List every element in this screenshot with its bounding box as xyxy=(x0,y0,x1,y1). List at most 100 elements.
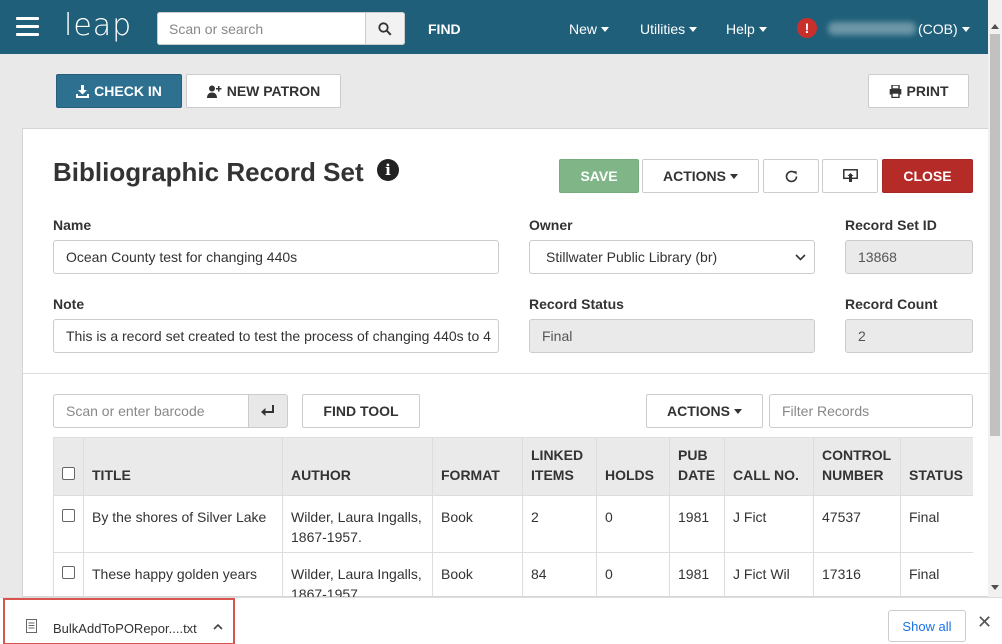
record-status-label: Record Status xyxy=(529,296,624,312)
export-button[interactable] xyxy=(822,159,878,193)
col-header-pub-date[interactable]: PUB DATE xyxy=(669,437,725,496)
close-download-bar-icon[interactable]: ✕ xyxy=(977,613,992,631)
download-icon xyxy=(76,84,90,98)
refresh-button[interactable] xyxy=(763,159,819,193)
col-header-holds[interactable]: HOLDS xyxy=(596,437,670,496)
search-icon xyxy=(378,21,392,36)
new-patron-button[interactable]: NEW PATRON xyxy=(186,74,341,108)
table-actions-dropdown[interactable]: ACTIONS xyxy=(646,394,763,428)
check-in-button[interactable]: CHECK IN xyxy=(56,74,182,108)
row-checkbox[interactable] xyxy=(62,566,75,579)
scroll-up-arrow-icon[interactable] xyxy=(991,24,999,29)
owner-label: Owner xyxy=(529,217,573,233)
note-field[interactable]: This is a record set created to test the… xyxy=(53,319,499,353)
caret-down-icon xyxy=(730,173,738,179)
redacted-username xyxy=(828,22,916,35)
alert-icon[interactable]: ! xyxy=(797,18,817,38)
global-search xyxy=(157,12,405,45)
record-count-field: 2 xyxy=(845,319,973,353)
menu-new[interactable]: New xyxy=(569,21,610,37)
record-actions-dropdown[interactable]: ACTIONS xyxy=(642,159,759,193)
cell-linked-items: 2 xyxy=(522,495,597,553)
cell-call-no: J Fict Wil xyxy=(724,552,814,598)
cell-title[interactable]: By the shores of Silver Lake xyxy=(83,495,283,553)
cell-control-number: 17316 xyxy=(813,552,901,598)
show-all-button[interactable]: Show all xyxy=(888,610,966,642)
col-header-status[interactable]: STATUS xyxy=(900,437,973,496)
table-row[interactable]: These happy golden years Wilder, Laura I… xyxy=(53,552,973,598)
col-header-control-number[interactable]: CONTROL NUMBER xyxy=(813,437,901,496)
cell-status: Final xyxy=(900,495,973,553)
save-button[interactable]: SAVE xyxy=(559,159,639,193)
note-label: Note xyxy=(53,296,85,312)
app-logo[interactable]: leap xyxy=(64,8,132,43)
select-all-cell xyxy=(53,437,84,496)
col-header-call-no[interactable]: CALL NO. xyxy=(724,437,814,496)
add-user-icon xyxy=(206,85,222,98)
page-title: Bibliographic Record Set xyxy=(53,157,364,187)
cell-format: Book xyxy=(432,552,523,598)
cell-author: Wilder, Laura Ingalls, 1867-1957. xyxy=(282,552,433,598)
find-tool-button[interactable]: FIND TOOL xyxy=(302,394,420,428)
page-scrollbar[interactable] xyxy=(988,0,1002,597)
download-bar: BulkAddToPORepor....txt Show all ✕ xyxy=(0,597,1002,644)
col-header-title[interactable]: TITLE xyxy=(83,437,283,496)
global-search-input[interactable] xyxy=(157,12,366,45)
records-table: TITLE AUTHOR FORMAT LINKED ITEMS HOLDS PU… xyxy=(53,437,973,598)
user-menu[interactable]: (COB) xyxy=(918,21,970,37)
caret-down-icon xyxy=(961,27,970,32)
caret-down-icon xyxy=(734,408,742,414)
enter-arrow-icon xyxy=(261,405,274,416)
caret-down-icon xyxy=(689,27,698,32)
record-set-id-field: 13868 xyxy=(845,240,973,274)
section-divider xyxy=(23,373,989,374)
cell-holds: 0 xyxy=(596,552,670,598)
export-icon xyxy=(842,169,858,182)
table-row[interactable]: By the shores of Silver Lake Wilder, Lau… xyxy=(53,495,973,553)
owner-select[interactable]: Stillwater Public Library (br) xyxy=(529,240,815,274)
cell-author: Wilder, Laura Ingalls, 1867-1957. xyxy=(282,495,433,553)
cell-title[interactable]: These happy golden years xyxy=(83,552,283,598)
name-field[interactable]: Ocean County test for changing 440s xyxy=(53,240,499,274)
caret-down-icon xyxy=(758,27,767,32)
print-button[interactable]: PRINT xyxy=(868,74,969,108)
download-item[interactable]: BulkAddToPORepor....txt xyxy=(3,598,235,644)
text-file-icon xyxy=(26,619,37,633)
menu-help[interactable]: Help xyxy=(726,21,767,37)
cell-pub-date: 1981 xyxy=(669,495,725,553)
chevron-up-icon[interactable] xyxy=(213,623,223,630)
search-button[interactable] xyxy=(366,12,405,45)
name-label: Name xyxy=(53,217,92,233)
record-status-field: Final xyxy=(529,319,815,353)
filter-records-input[interactable] xyxy=(769,394,973,428)
col-header-linked-items[interactable]: LINKED ITEMS xyxy=(522,437,597,496)
cell-pub-date: 1981 xyxy=(669,552,725,598)
info-icon[interactable]: i xyxy=(377,159,399,181)
col-header-author[interactable]: AUTHOR xyxy=(282,437,433,496)
barcode-entry xyxy=(53,394,288,428)
record-count-label: Record Count xyxy=(845,296,938,312)
cell-format: Book xyxy=(432,495,523,553)
barcode-input[interactable] xyxy=(53,394,249,428)
find-link[interactable]: FIND xyxy=(428,21,461,37)
scroll-thumb[interactable] xyxy=(990,34,1000,436)
enter-button[interactable] xyxy=(248,394,288,428)
download-filename: BulkAddToPORepor....txt xyxy=(53,621,197,636)
record-set-id-label: Record Set ID xyxy=(845,217,937,233)
cell-call-no: J Fict xyxy=(724,495,814,553)
chevron-down-icon xyxy=(795,254,806,261)
refresh-icon xyxy=(785,170,797,182)
hamburger-menu-icon[interactable] xyxy=(16,17,39,36)
col-header-format[interactable]: FORMAT xyxy=(432,437,523,496)
cell-status: Final xyxy=(900,552,973,598)
cell-control-number: 47537 xyxy=(813,495,901,553)
menu-utilities[interactable]: Utilities xyxy=(640,21,698,37)
scroll-down-arrow-icon[interactable] xyxy=(991,585,999,590)
close-button[interactable]: CLOSE xyxy=(882,159,973,193)
table-header-row: TITLE AUTHOR FORMAT LINKED ITEMS HOLDS PU… xyxy=(53,437,973,496)
select-all-checkbox[interactable] xyxy=(62,467,75,480)
top-nav-bar: leap FIND New Utilities Help ! (COB) xyxy=(0,0,988,54)
cell-holds: 0 xyxy=(596,495,670,553)
row-checkbox[interactable] xyxy=(62,509,75,522)
printer-icon xyxy=(889,84,901,98)
